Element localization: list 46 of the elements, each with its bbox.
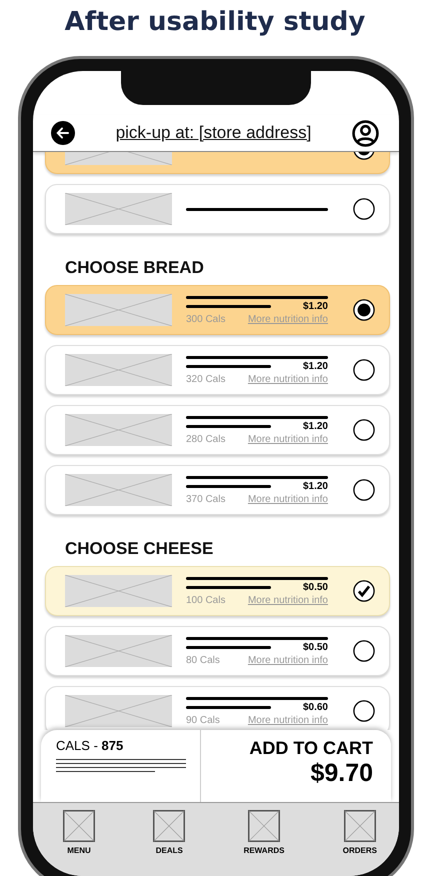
price: $1.20 — [302, 360, 328, 372]
option-card[interactable]: $0.50 80 Cals More nutrition info — [45, 626, 390, 676]
radio-button[interactable] — [353, 419, 375, 441]
price: $0.60 — [302, 702, 328, 712]
option-card[interactable] — [45, 184, 390, 234]
section-title: CHOOSE CHEESE — [65, 539, 214, 559]
add-to-cart-button[interactable]: ADD TO CART $9.70 — [201, 730, 391, 802]
checkbox[interactable] — [353, 640, 375, 662]
page-title: After usability study — [64, 6, 366, 39]
price: $1.20 — [302, 300, 328, 312]
nav-tab[interactable]: REWARDS — [244, 810, 284, 858]
price: $0.50 — [302, 582, 328, 592]
profile-icon[interactable] — [352, 120, 379, 146]
nav-tab[interactable]: DEALS — [153, 810, 186, 858]
image-placeholder-icon — [344, 810, 376, 842]
option-card[interactable]: $1.20 370 Cals More nutrition info — [45, 465, 390, 515]
calories: 300 Cals — [186, 314, 226, 324]
section-title: CHOOSE BREAD — [65, 258, 205, 278]
option-card[interactable]: $1.20 280 Cals More nutrition info — [45, 405, 390, 455]
image-placeholder-icon — [248, 810, 280, 842]
nav-tab[interactable]: MENU — [63, 810, 95, 858]
image-placeholder-icon — [153, 810, 186, 842]
store-address-link[interactable]: pick-up at: [store address] — [116, 123, 312, 143]
price: $1.20 — [302, 420, 328, 432]
option-card[interactable]: $0.60 90 Cals More nutrition info — [45, 686, 390, 730]
radio-button[interactable] — [353, 479, 375, 501]
nav-tab[interactable]: ORDERS — [342, 810, 377, 858]
calories: 370 Cals — [186, 494, 226, 504]
calories: 90 Cals — [186, 714, 220, 726]
calories: 80 Cals — [186, 654, 220, 666]
radio-button[interactable] — [353, 359, 375, 381]
radio-button[interactable] — [353, 198, 375, 220]
price: $1.20 — [302, 480, 328, 492]
total-calories: CALS - 875 — [56, 738, 124, 753]
option-card[interactable]: $1.20 300 Cals More nutrition info — [45, 285, 390, 335]
checkbox[interactable] — [353, 700, 375, 722]
calories: 100 Cals — [186, 594, 226, 606]
option-card[interactable]: $1.20 320 Cals More nutrition info — [45, 345, 390, 395]
checkbox[interactable] — [353, 580, 375, 602]
calories: 280 Cals — [186, 434, 226, 444]
calories: 320 Cals — [186, 374, 226, 384]
image-placeholder-icon — [63, 810, 95, 842]
back-icon[interactable] — [51, 121, 75, 145]
radio-button[interactable] — [353, 299, 375, 321]
price: $0.50 — [302, 642, 328, 652]
option-card[interactable]: $0.50 100 Cals More nutrition info — [45, 566, 390, 616]
